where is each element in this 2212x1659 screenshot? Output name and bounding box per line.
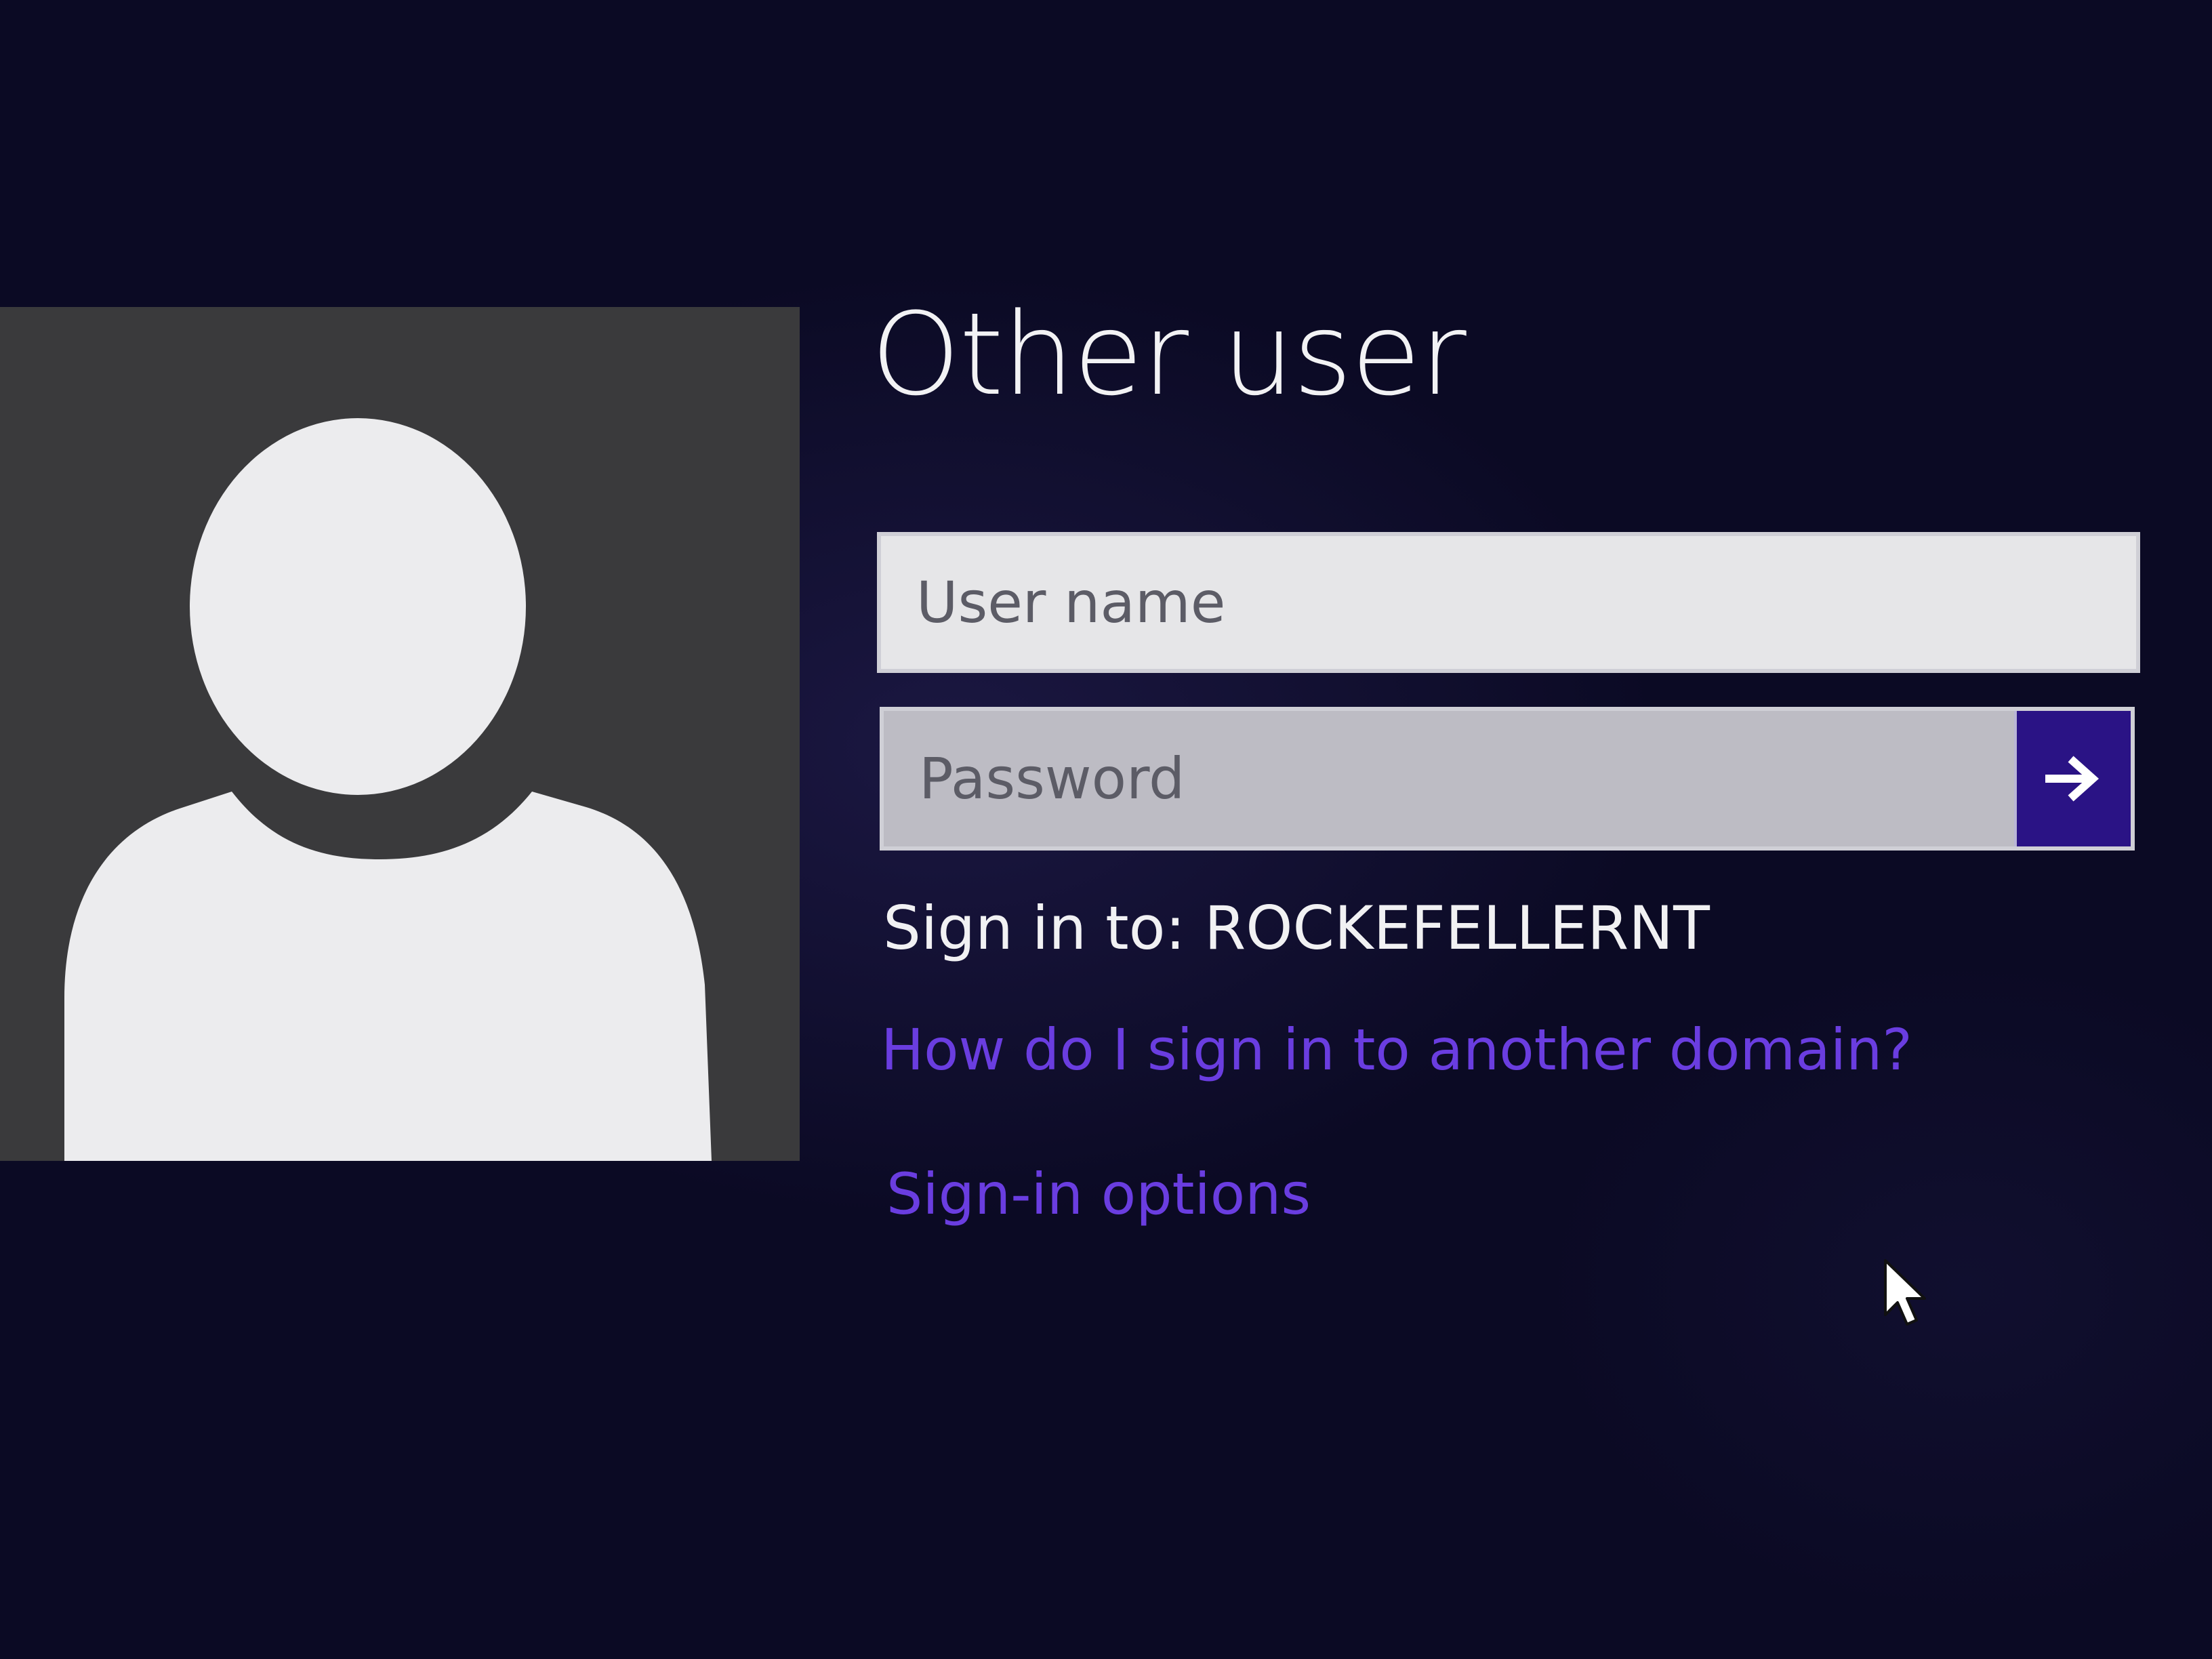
password-field-container <box>880 707 2135 851</box>
sign-in-domain-label: Sign in to: ROCKEFELLERNT <box>883 893 1710 963</box>
arrow-right-icon <box>2045 756 2100 802</box>
username-input[interactable] <box>881 536 2136 669</box>
password-input[interactable] <box>884 711 2015 846</box>
username-field-container <box>877 532 2140 673</box>
another-domain-help-link[interactable]: How do I sign in to another domain? <box>881 1017 1912 1083</box>
user-avatar-tile <box>0 307 800 1161</box>
page-title: Other user <box>871 288 1467 421</box>
sign-in-options-link[interactable]: Sign-in options <box>886 1161 1311 1227</box>
mouse-pointer-icon <box>1884 1259 1926 1326</box>
default-user-avatar-icon <box>64 418 712 1161</box>
submit-button[interactable] <box>2014 711 2131 846</box>
